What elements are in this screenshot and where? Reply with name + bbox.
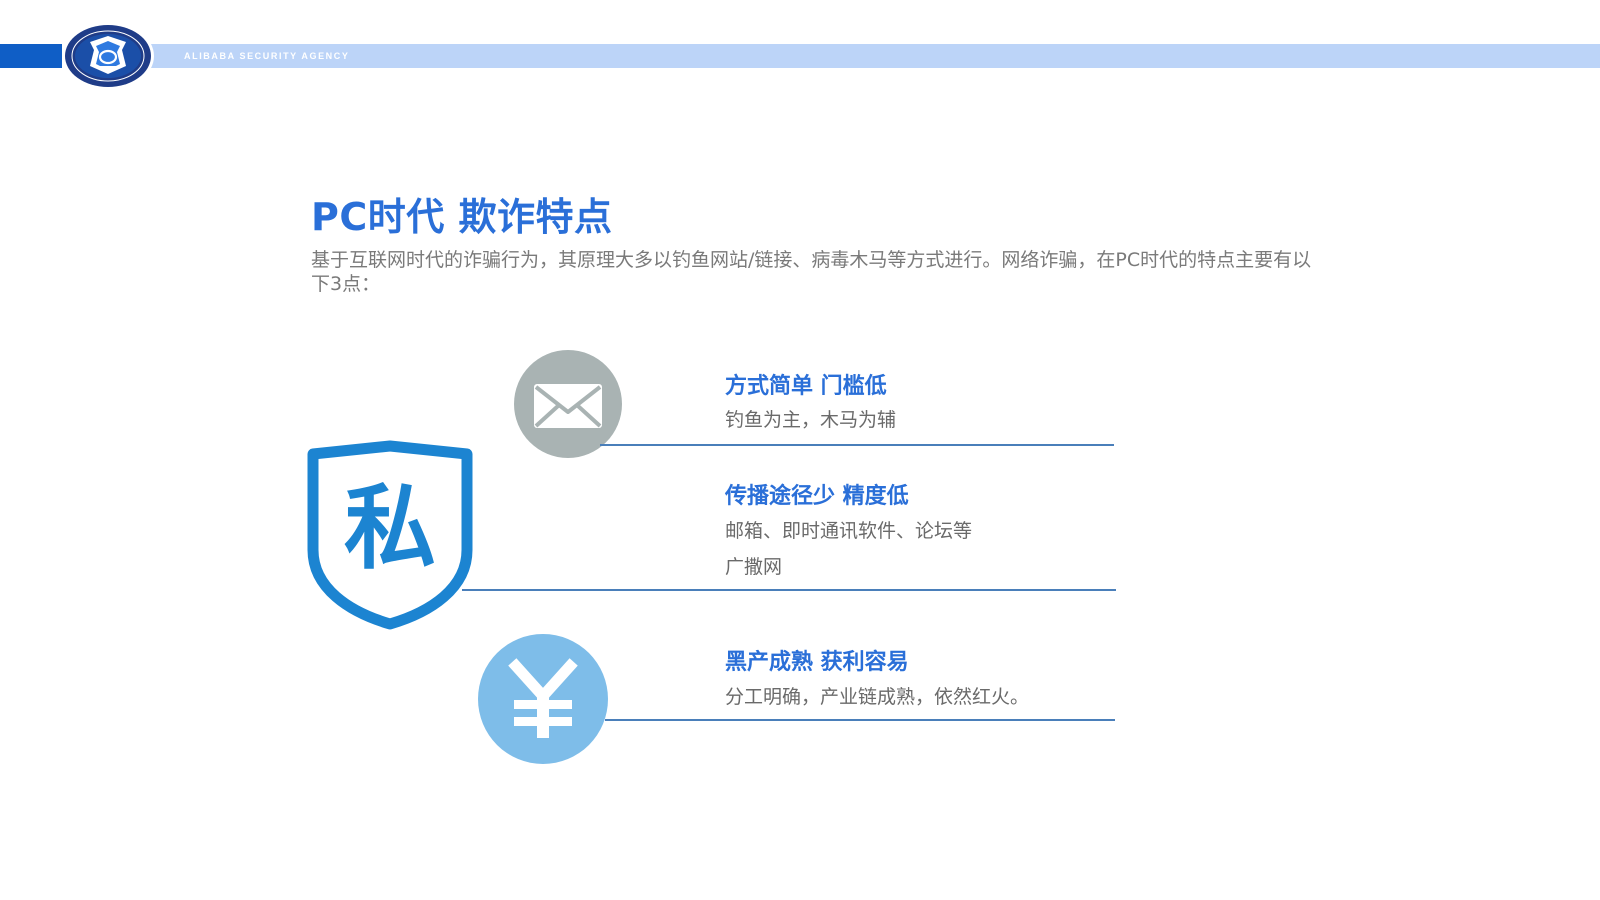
feature-2-desc-line-1: 邮箱、即时通讯软件、论坛等 bbox=[725, 520, 973, 542]
page-title: PC时代 欺诈特点 bbox=[311, 195, 613, 239]
brand-text: ALIBABA SECURITY AGENCY bbox=[184, 51, 350, 61]
feature-3-desc-line-1: 分工明确，产业链成熟，依然红火。 bbox=[725, 686, 1030, 708]
yen-icon bbox=[478, 634, 608, 764]
feature-2-title: 传播途径少 精度低 bbox=[725, 484, 909, 509]
header-band-dark bbox=[0, 44, 62, 68]
feature-2-divider bbox=[462, 589, 1116, 591]
intro-paragraph: 基于互联网时代的诈骗行为，其原理大多以钓鱼网站/链接、病毒木马等方式进行。网络诈… bbox=[311, 249, 1312, 295]
feature-1-divider bbox=[600, 444, 1114, 446]
shield-glyph: 私 bbox=[344, 475, 436, 582]
mail-icon bbox=[514, 350, 622, 458]
shield-icon: 私 bbox=[307, 440, 473, 630]
feature-1-desc-line-1: 钓鱼为主，木马为辅 bbox=[725, 409, 897, 431]
header-band-light bbox=[150, 44, 1600, 68]
feature-1-title: 方式简单 门槛低 bbox=[725, 374, 887, 399]
feature-3-title: 黑产成熟 获利容易 bbox=[725, 650, 909, 675]
feature-3-divider bbox=[605, 719, 1115, 721]
security-agency-logo bbox=[62, 22, 154, 90]
feature-2-desc-line-2: 广撒网 bbox=[725, 556, 783, 578]
